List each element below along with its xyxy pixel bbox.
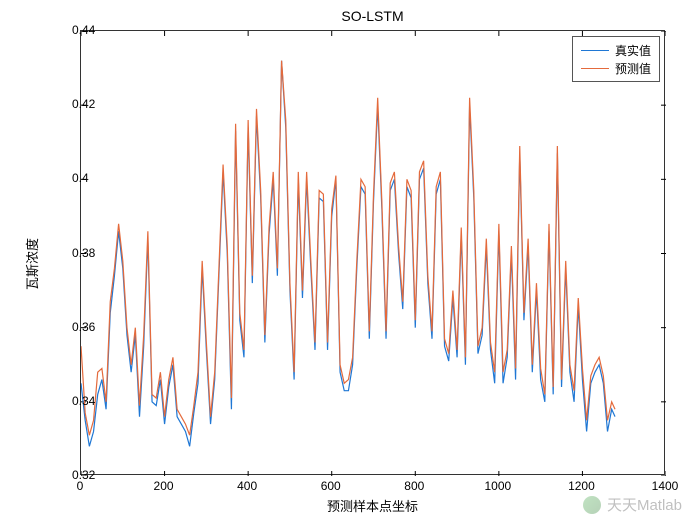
series-canvas — [81, 31, 666, 476]
plot-area — [80, 30, 665, 475]
legend-item-pred: 预测值 — [581, 59, 651, 77]
legend-label-pred: 预测值 — [615, 60, 651, 77]
legend-swatch-true — [581, 50, 609, 51]
y-axis-label: 瓦斯浓度 — [22, 238, 41, 290]
x-axis-label: 预测样本点坐标 — [80, 496, 665, 515]
x-tick: 600 — [321, 479, 341, 493]
x-tick: 1400 — [652, 479, 679, 493]
legend-label-true: 真实值 — [615, 42, 651, 59]
series-line-1 — [81, 61, 615, 436]
x-tick: 1000 — [484, 479, 511, 493]
chart-title: SO-LSTM — [80, 8, 665, 24]
chart-container: SO-LSTM 0.320.340.360.380.40.420.44 0200… — [0, 0, 700, 525]
legend: 真实值 预测值 — [572, 36, 660, 82]
x-tick: 800 — [404, 479, 424, 493]
series-line-0 — [81, 61, 615, 447]
watermark: 天天Matlab — [583, 494, 682, 515]
legend-item-true: 真实值 — [581, 41, 651, 59]
x-tick: 400 — [237, 479, 257, 493]
watermark-text: 天天Matlab — [607, 494, 682, 515]
x-tick: 200 — [154, 479, 174, 493]
x-tick: 1200 — [568, 479, 595, 493]
wechat-icon — [583, 496, 601, 514]
x-tick: 0 — [77, 479, 84, 493]
legend-swatch-pred — [581, 68, 609, 69]
